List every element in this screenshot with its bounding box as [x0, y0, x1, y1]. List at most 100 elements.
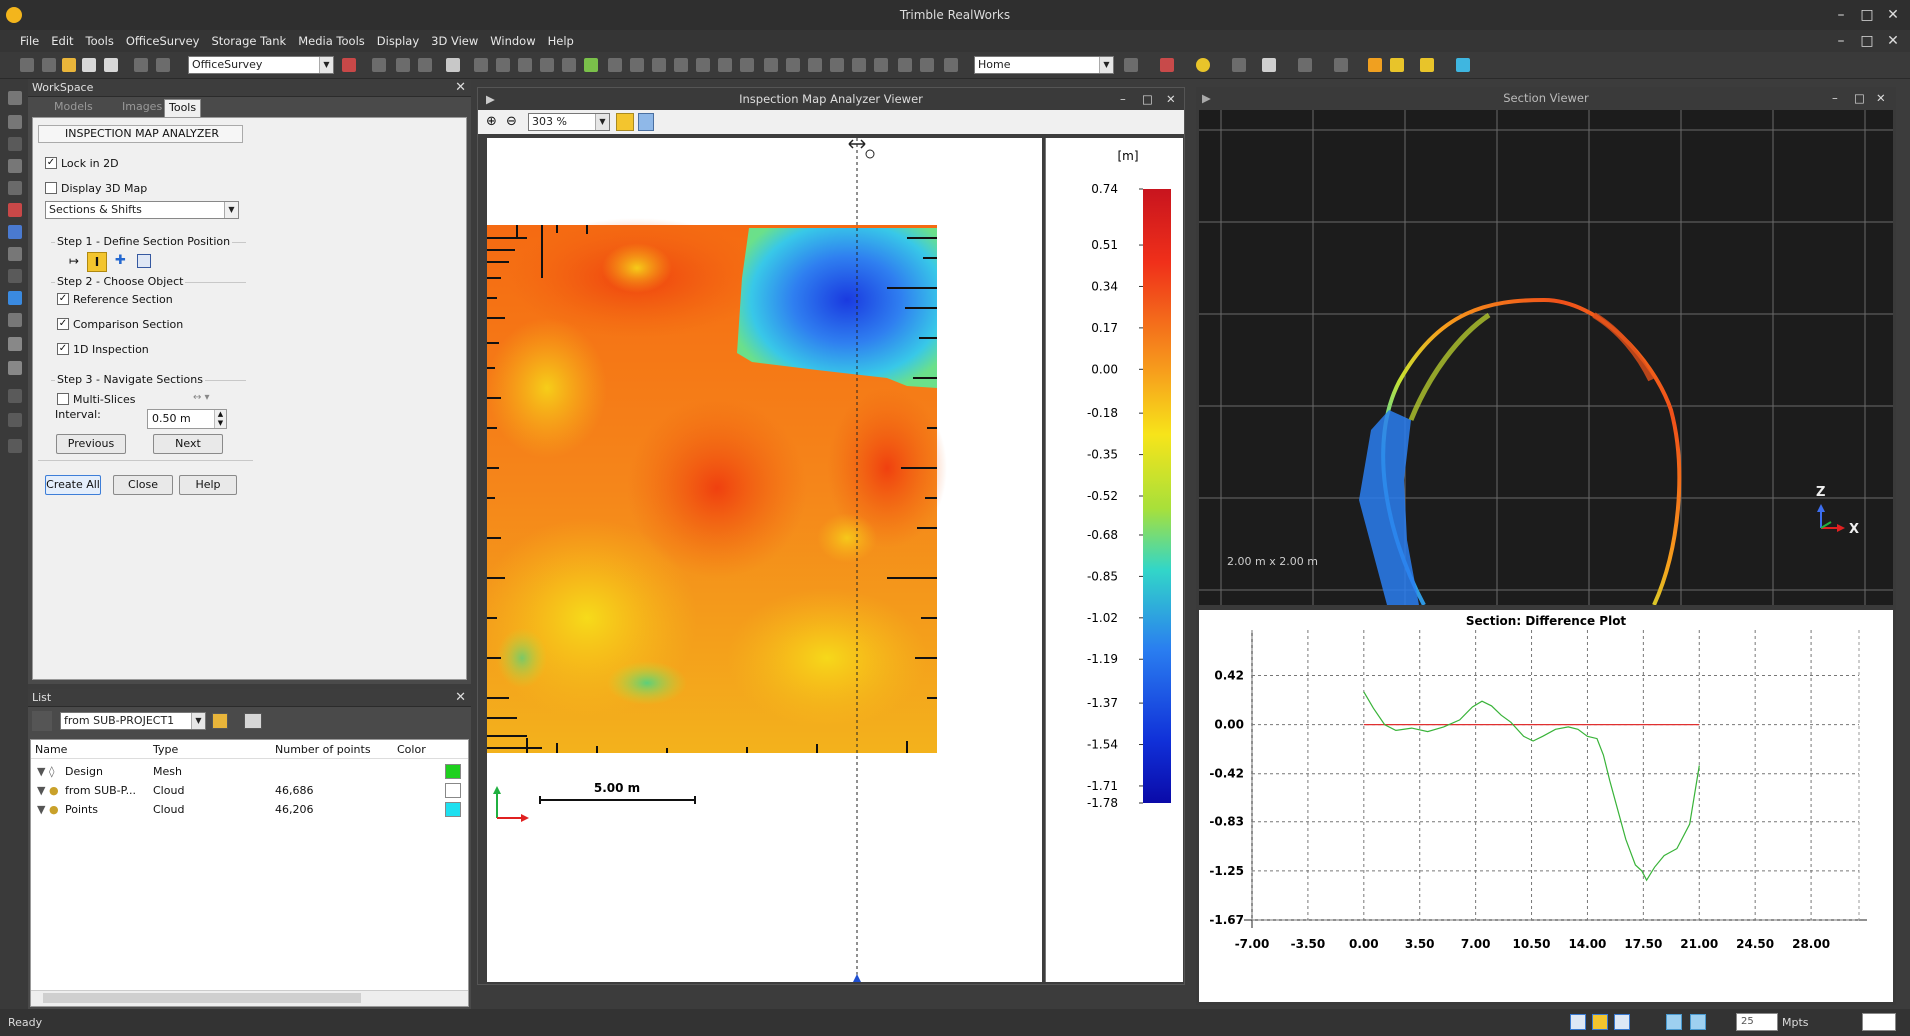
tool-icon[interactable]: [696, 58, 710, 72]
tool-icon[interactable]: [418, 58, 432, 72]
export-icon[interactable]: [638, 113, 654, 131]
inspection-map[interactable]: 5.00 m: [477, 138, 1042, 982]
tool-icon[interactable]: [718, 58, 732, 72]
interval-input[interactable]: 0.50 m ▲ ▼: [147, 409, 227, 429]
tool-icon[interactable]: [562, 58, 576, 72]
visibility-icon[interactable]: ▼: [37, 781, 45, 800]
column-header[interactable]: Type: [153, 740, 178, 759]
visibility-icon[interactable]: ▼: [37, 762, 45, 781]
mode-select[interactable]: Sections & Shifts ▼: [45, 201, 239, 219]
tool-icon[interactable]: [518, 58, 532, 72]
horizontal-section-icon[interactable]: ↦: [69, 255, 83, 269]
print-icon[interactable]: [104, 58, 118, 72]
difference-plot-svg[interactable]: Section: Difference Plot -7.00 -3.50 0.00 3…: [1199, 610, 1893, 1002]
slice-direction-icon[interactable]: ↔ ▾: [193, 392, 210, 403]
tool-icon[interactable]: [920, 58, 934, 72]
layout-single-icon[interactable]: [1570, 1014, 1586, 1030]
mdi-minimize-button[interactable]: –: [1830, 32, 1852, 50]
tool-icon[interactable]: [874, 58, 888, 72]
multi-slices-checkbox[interactable]: [57, 393, 69, 405]
section-line-marker[interactable]: [853, 974, 861, 982]
tool-icon[interactable]: [8, 203, 22, 217]
menu-file[interactable]: File: [14, 30, 45, 52]
close-icon[interactable]: ✕: [1876, 87, 1886, 109]
tool-icon[interactable]: [396, 58, 410, 72]
point-section-icon[interactable]: ✚: [115, 254, 129, 269]
tool-icon[interactable]: [1232, 58, 1246, 72]
menu-3d-view[interactable]: 3D View: [425, 30, 484, 52]
tool-icon[interactable]: [8, 269, 22, 283]
tool-icon[interactable]: [8, 389, 22, 403]
tool-icon[interactable]: [372, 58, 386, 72]
tab-models[interactable]: Models: [32, 99, 97, 117]
tool-icon[interactable]: [8, 115, 22, 129]
section-3d-svg[interactable]: 2.00 m x 2.00 m Z X: [1199, 110, 1893, 606]
menu-help[interactable]: Help: [542, 30, 580, 52]
tool-icon[interactable]: [8, 247, 22, 261]
tool-icon[interactable]: [740, 58, 754, 72]
visibility-icon[interactable]: ▼: [37, 800, 45, 819]
minimize-button[interactable]: –: [1830, 6, 1852, 24]
help-button[interactable]: Help: [179, 475, 237, 495]
menu-media-tools[interactable]: Media Tools: [292, 30, 371, 52]
link-views-icon[interactable]: [1690, 1014, 1706, 1030]
table-row[interactable]: ▼ ● from SUB-P... Cloud 46,686: [31, 781, 468, 800]
folder-icon[interactable]: [212, 713, 228, 729]
zoom-in-icon[interactable]: ⊕: [486, 114, 497, 129]
tool-icon[interactable]: [608, 58, 622, 72]
layout-double-icon[interactable]: [1592, 1014, 1608, 1030]
tool-icon[interactable]: [496, 58, 510, 72]
tool-icon[interactable]: [8, 137, 22, 151]
menu-officesurvey[interactable]: OfficeSurvey: [120, 30, 206, 52]
display-3d-checkbox[interactable]: [45, 182, 57, 194]
close-button[interactable]: Close: [113, 475, 173, 495]
minimize-icon[interactable]: –: [1120, 88, 1126, 110]
lock-2d-checkbox[interactable]: ✓: [45, 157, 57, 169]
tool-icon[interactable]: [898, 58, 912, 72]
color-swatch[interactable]: [445, 802, 461, 817]
new-project-icon[interactable]: [20, 58, 34, 72]
tool-icon[interactable]: [1334, 58, 1348, 72]
light-icon[interactable]: [1196, 58, 1210, 72]
maximize-button[interactable]: □: [1856, 6, 1878, 24]
measure-icon[interactable]: [446, 58, 460, 72]
difference-plot[interactable]: Section: Difference Plot -7.00 -3.50 0.00 3…: [1199, 610, 1893, 1002]
mpts-input[interactable]: 25: [1736, 1013, 1778, 1031]
tool-icon[interactable]: [630, 58, 644, 72]
mdi-close-button[interactable]: ✕: [1882, 32, 1904, 50]
tool-icon[interactable]: [8, 291, 22, 305]
tab-images[interactable]: Images: [100, 99, 166, 117]
menu-display[interactable]: Display: [371, 30, 425, 52]
tool-icon[interactable]: [1420, 58, 1434, 72]
minimize-icon[interactable]: –: [1832, 87, 1838, 109]
maximize-icon[interactable]: □: [1142, 88, 1153, 110]
mode-combo[interactable]: OfficeSurvey ▼: [188, 56, 334, 74]
validate-icon[interactable]: [584, 58, 598, 72]
tool-icon[interactable]: [8, 413, 22, 427]
sync-icon[interactable]: [616, 113, 634, 131]
save-icon[interactable]: [82, 58, 96, 72]
table-row[interactable]: ▼ ● Points Cloud 46,206: [31, 800, 468, 819]
table-icon[interactable]: [137, 254, 151, 268]
zoom-combo[interactable]: 303 % ▼: [528, 113, 610, 131]
tool-icon[interactable]: [540, 58, 554, 72]
color-swatch[interactable]: [445, 764, 461, 779]
close-icon[interactable]: ✕: [455, 79, 466, 97]
close-icon[interactable]: ✕: [455, 689, 466, 707]
menu-edit[interactable]: Edit: [45, 30, 79, 52]
tool-icon[interactable]: [652, 58, 666, 72]
tool-icon[interactable]: [8, 313, 22, 327]
warning-icon[interactable]: [1368, 58, 1382, 72]
tool-icon[interactable]: [1124, 58, 1138, 72]
zoom-out-icon[interactable]: ⊖: [506, 114, 517, 129]
previous-button[interactable]: Previous: [56, 434, 126, 454]
interval-spinner[interactable]: ▲ ▼: [214, 410, 226, 428]
tool-icon[interactable]: [8, 225, 22, 239]
sync-views-icon[interactable]: [1666, 1014, 1682, 1030]
tab-tools[interactable]: Tools: [164, 99, 202, 117]
color-mode-icon[interactable]: [1160, 58, 1174, 72]
open-folder-icon[interactable]: [62, 58, 76, 72]
tool-icon[interactable]: [8, 159, 22, 173]
column-header[interactable]: Color: [397, 740, 426, 759]
mdi-restore-button[interactable]: □: [1856, 32, 1878, 50]
